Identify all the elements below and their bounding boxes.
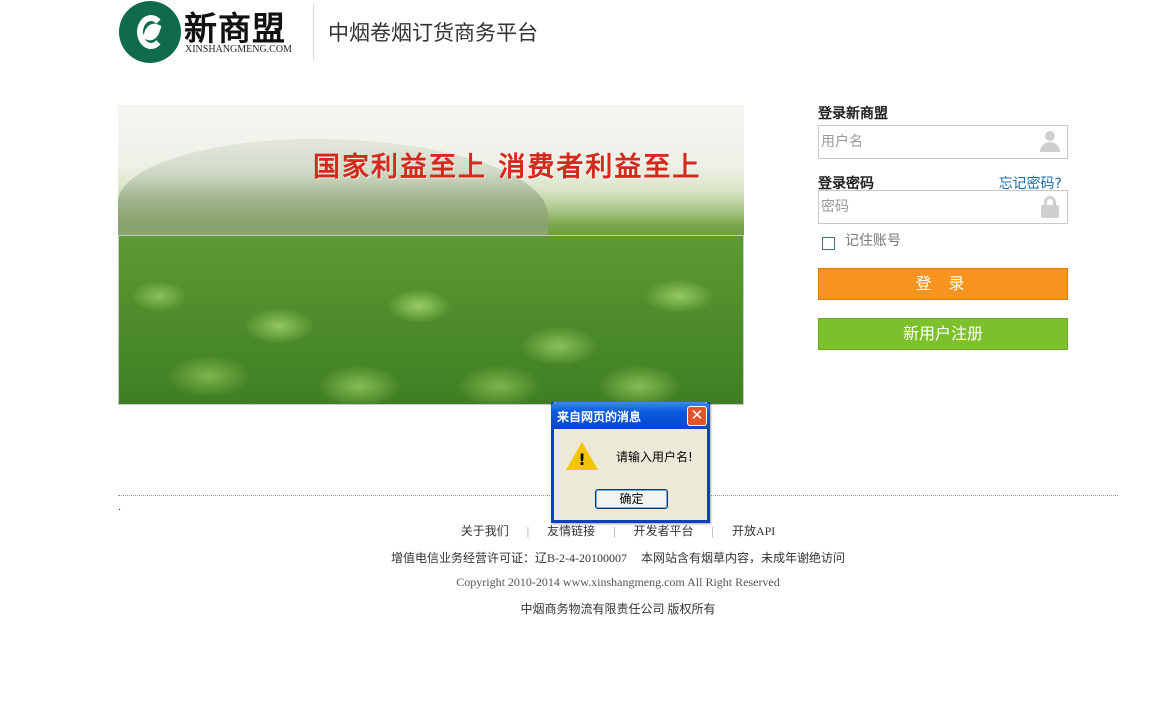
lock-icon bbox=[1039, 196, 1061, 218]
footer-license-line: 增值电信业务经营许可证：辽B-2-4-20100007 本网站含有烟草内容，未成年… bbox=[0, 549, 1164, 566]
site-logo[interactable]: 新商盟 XINSHANGMENG.COM bbox=[118, 0, 308, 66]
dialog-titlebar[interactable]: 来自网页的消息 ✕ bbox=[551, 402, 710, 429]
banner-slogan: 国家利益至上 消费者利益至上 bbox=[313, 152, 702, 183]
license-text: 增值电信业务经营许可证：辽B-2-4-20100007 bbox=[390, 551, 627, 565]
dialog-title: 来自网页的消息 bbox=[557, 410, 642, 424]
footer-links: 关于我们 | 友情链接 | 开发者平台 | 开放API bbox=[0, 522, 1164, 539]
close-icon[interactable]: ✕ bbox=[687, 406, 707, 426]
username-input[interactable] bbox=[821, 132, 1031, 152]
footer-link-api[interactable]: 开放API bbox=[732, 524, 775, 538]
logo-domain: XINSHANGMENG.COM bbox=[185, 44, 292, 55]
footer-dot: . bbox=[118, 502, 122, 513]
footer-separator: | bbox=[711, 524, 714, 538]
register-button[interactable]: 新用户注册 bbox=[818, 318, 1068, 350]
logo-text: 新商盟 bbox=[184, 9, 286, 48]
footer-link-friends[interactable]: 友情链接 bbox=[547, 524, 595, 538]
header-divider bbox=[313, 4, 314, 60]
user-icon bbox=[1039, 131, 1061, 153]
alert-dialog: 来自网页的消息 ✕ ! 请输入用户名! 确定 bbox=[551, 402, 710, 523]
footer-separator: | bbox=[526, 524, 530, 538]
banner-image: 国家利益至上 消费者利益至上 bbox=[118, 105, 744, 405]
footer-separator: | bbox=[613, 524, 616, 538]
password-field[interactable] bbox=[818, 190, 1068, 224]
remember-checkbox[interactable] bbox=[822, 237, 835, 250]
logo-icon bbox=[119, 1, 181, 63]
copyright: Copyright 2010-2014 www.xinshangmeng.com… bbox=[456, 575, 780, 589]
age-notice: 本网站含有烟草内容，未成年谢绝访问 bbox=[640, 551, 845, 565]
username-field[interactable] bbox=[818, 125, 1068, 159]
warning-icon: ! bbox=[566, 442, 598, 472]
dialog-message: 请输入用户名! bbox=[616, 450, 693, 464]
login-title: 登录新商盟 bbox=[818, 106, 888, 122]
footer-link-about[interactable]: 关于我们 bbox=[461, 524, 509, 538]
password-input[interactable] bbox=[821, 197, 1031, 217]
login-button[interactable]: 登 录 bbox=[818, 268, 1068, 300]
footer-link-developer[interactable]: 开发者平台 bbox=[634, 524, 694, 538]
site-title: 中烟卷烟订货商务平台 bbox=[328, 21, 538, 45]
ok-button[interactable]: 确定 bbox=[595, 489, 668, 509]
remember-label[interactable]: 记住账号 bbox=[845, 230, 901, 250]
company-rights: 中烟商务物流有限责任公司 版权所有 bbox=[520, 602, 716, 616]
